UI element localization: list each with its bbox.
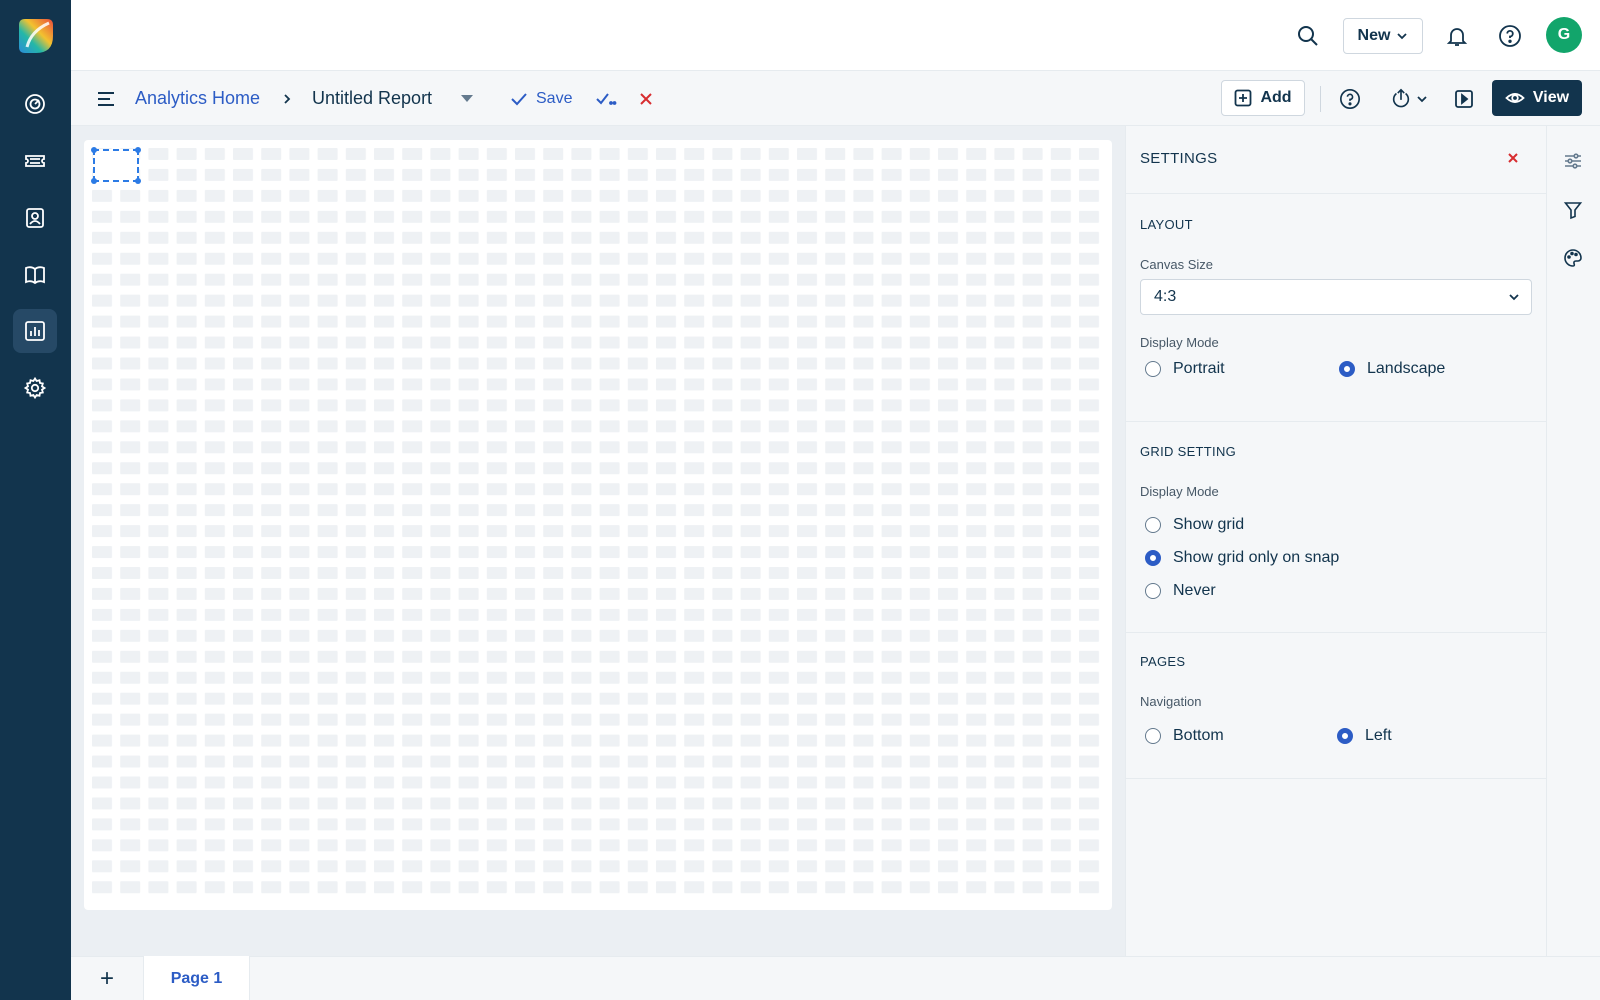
save-button[interactable]: Save — [510, 71, 572, 126]
save-button-label: Save — [536, 89, 573, 107]
selected-grid-cell[interactable] — [91, 147, 141, 184]
radio-portrait-dot — [1145, 361, 1161, 377]
add-button-label: Add — [1260, 89, 1292, 106]
canvas-size-select[interactable]: 4:3 — [1140, 279, 1532, 315]
pages-section: PAGES Navigation Bottom Left — [1126, 633, 1547, 779]
canvas-size-value: 4:3 — [1154, 288, 1177, 305]
breadcrumb-home-link[interactable]: Analytics Home — [135, 88, 260, 109]
breadcrumb-chevron-icon — [281, 71, 293, 126]
canvas-area — [71, 126, 1125, 956]
grid-setting-section: GRID SETTING Display Mode Show grid Show… — [1126, 422, 1547, 633]
radio-bottom[interactable]: Bottom — [1145, 727, 1224, 745]
radio-show-grid-on-snap[interactable]: Show grid only on snap — [1145, 549, 1339, 567]
new-button-label: New — [1357, 27, 1391, 44]
snap-grid — [92, 148, 1104, 902]
grid-display-mode-label: Display Mode — [1140, 484, 1219, 499]
page-tab-1[interactable]: Page 1 — [143, 956, 250, 1000]
contacts-icon[interactable] — [13, 196, 57, 240]
chevron-down-icon — [1509, 294, 1519, 301]
radio-never-label: Never — [1173, 582, 1216, 599]
radio-show-grid-on-snap-dot — [1145, 550, 1161, 566]
ticket-icon[interactable] — [13, 139, 57, 183]
new-button[interactable]: New — [1343, 18, 1423, 54]
pages-section-title: PAGES — [1140, 654, 1186, 669]
radio-left-label: Left — [1365, 727, 1392, 744]
chevron-down-icon — [1397, 33, 1408, 40]
radio-show-grid-dot — [1145, 517, 1161, 533]
radio-left-dot — [1337, 728, 1353, 744]
radio-left[interactable]: Left — [1337, 727, 1392, 745]
view-button-label: View — [1532, 89, 1570, 106]
analytics-icon[interactable] — [13, 309, 57, 353]
eye-icon — [1505, 93, 1525, 103]
dashboard-icon[interactable] — [13, 82, 57, 126]
radio-bottom-label: Bottom — [1173, 727, 1224, 744]
radio-never[interactable]: Never — [1145, 582, 1216, 600]
report-title-dropdown-icon[interactable] — [460, 71, 474, 126]
radio-landscape[interactable]: Landscape — [1339, 360, 1445, 378]
breadcrumb: Analytics Home — [135, 71, 260, 126]
present-play-icon[interactable] — [1454, 71, 1474, 126]
save-options-icon[interactable] — [595, 71, 617, 126]
bell-icon[interactable] — [1439, 18, 1475, 54]
sliders-icon[interactable] — [1562, 150, 1584, 172]
grid-section-title: GRID SETTING — [1140, 444, 1237, 459]
radio-show-grid[interactable]: Show grid — [1145, 516, 1244, 534]
chevron-down-icon — [1417, 95, 1427, 102]
settings-panel: SETTINGS LAYOUT Canvas Size 4:3 Display … — [1125, 126, 1547, 956]
radio-portrait-label: Portrait — [1173, 360, 1225, 377]
knowledge-base-icon[interactable] — [13, 253, 57, 297]
layout-section-title: LAYOUT — [1140, 217, 1193, 232]
layout-section: LAYOUT Canvas Size 4:3 Display Mode Port… — [1126, 194, 1547, 422]
resize-handle[interactable] — [91, 147, 97, 153]
share-export-icon[interactable] — [1390, 71, 1428, 126]
checkmark-icon — [511, 92, 527, 105]
radio-landscape-dot — [1339, 361, 1355, 377]
right-tool-rail — [1546, 126, 1600, 956]
left-navigation-rail — [0, 0, 71, 1000]
palette-icon[interactable] — [1562, 247, 1584, 269]
radio-bottom-dot — [1145, 728, 1161, 744]
report-title[interactable]: Untitled Report — [312, 71, 432, 126]
menu-icon[interactable] — [95, 71, 117, 126]
resize-handle[interactable] — [135, 178, 141, 184]
report-canvas[interactable] — [84, 140, 1112, 910]
view-button[interactable]: View — [1492, 80, 1582, 116]
radio-portrait[interactable]: Portrait — [1145, 360, 1225, 378]
toolbar-divider — [1320, 86, 1321, 112]
report-help-icon[interactable] — [1339, 71, 1361, 126]
navigation-label: Navigation — [1140, 694, 1202, 709]
settings-header: SETTINGS — [1126, 126, 1547, 194]
radio-show-grid-label: Show grid — [1173, 516, 1245, 533]
layout-display-mode-label: Display Mode — [1140, 335, 1219, 350]
discard-close-icon[interactable] — [638, 71, 654, 126]
report-title-text: Untitled Report — [312, 88, 433, 108]
close-settings-icon[interactable] — [1503, 148, 1523, 168]
resize-handle[interactable] — [91, 178, 97, 184]
search-icon[interactable] — [1290, 18, 1326, 54]
filter-icon[interactable] — [1562, 199, 1584, 221]
radio-show-grid-on-snap-label: Show grid only on snap — [1173, 549, 1340, 566]
help-icon[interactable] — [1492, 18, 1528, 54]
report-toolbar: Analytics Home Untitled Report Save Add … — [71, 71, 1600, 126]
radio-landscape-label: Landscape — [1367, 360, 1446, 377]
radio-never-dot — [1145, 583, 1161, 599]
app-logo[interactable] — [17, 17, 55, 55]
settings-gear-icon[interactable] — [13, 366, 57, 410]
top-bar: New G — [71, 0, 1600, 71]
add-page-button[interactable]: + — [71, 957, 143, 1000]
resize-handle[interactable] — [135, 147, 141, 153]
canvas-size-label: Canvas Size — [1140, 257, 1213, 272]
page-tabs-bar: + Page 1 — [71, 956, 1600, 1000]
settings-title: SETTINGS — [1140, 150, 1218, 167]
avatar[interactable]: G — [1546, 17, 1582, 53]
plus-square-icon — [1235, 89, 1252, 107]
add-widget-button[interactable]: Add — [1221, 80, 1305, 116]
